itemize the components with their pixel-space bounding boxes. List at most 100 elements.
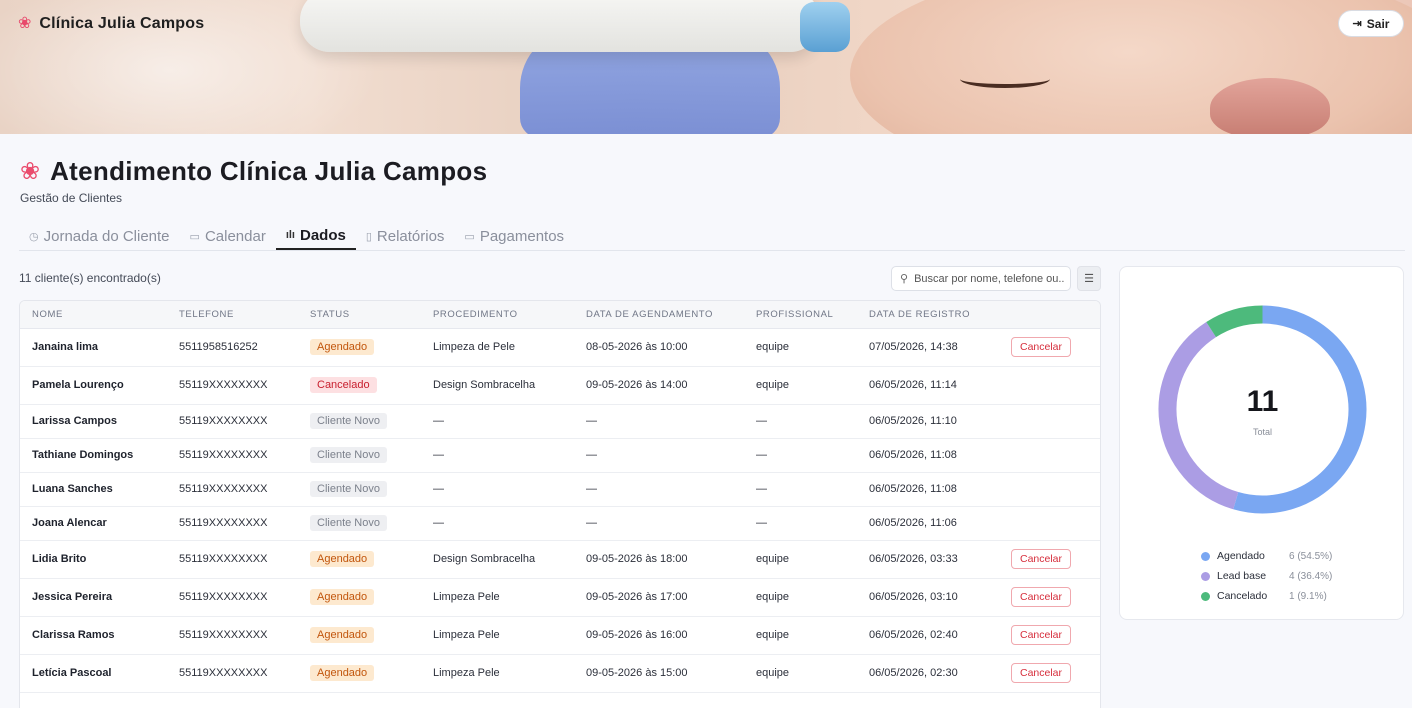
search-box[interactable]: ⚲ [891,266,1071,291]
cell-data-agendamento: 09-05-2026 às 16:00 [574,616,744,655]
cancel-button[interactable]: Cancelar [1011,549,1072,569]
tab-relatorios[interactable]: ▯ Relatórios [356,222,455,250]
status-badge: Cliente Novo [310,515,387,531]
cell-data-registro: 06/05/2026, 11:08 [857,438,999,473]
brand: ❀ Clínica Julia Campos [18,14,204,34]
status-badge: Agendado [310,589,375,605]
cancel-button[interactable]: Cancelar [1011,625,1072,645]
client-count: 11 cliente(s) encontrado(s) [19,271,161,285]
cell-status: Agendado [298,616,421,655]
cell-data-registro: 06/05/2026, 03:10 [857,578,999,617]
tab-label: Relatórios [376,227,445,245]
cell-profissional: — [744,472,857,507]
cell-actions [999,366,1100,405]
cell-nome: Pamela Lourenço [20,366,167,405]
table-row[interactable]: Lidia Brito 55119XXXXXXXX Agendado Design S… [20,540,1100,579]
logout-button[interactable]: ⇥ Sair [1338,10,1404,37]
cell-telefone: 55119XXXXXXXX [167,540,298,579]
cell-telefone: 55119XXXXXXXX [167,472,298,507]
cell-procedimento: Design Sombracelha [421,366,574,405]
cell-actions [999,506,1100,541]
legend-color-dot [1201,591,1210,601]
legend-color-dot [1201,551,1210,561]
cell-nome: Letícia Pascoal [20,654,167,693]
filter-button[interactable]: ☰ [1077,266,1101,291]
tab-label: Calendar [204,227,266,245]
cell-data-agendamento: 08-05-2026 às 10:00 [574,328,744,367]
cell-profissional: — [744,438,857,473]
tab-bar: ◷ Jornada do Cliente ▭ Calendar ılı Dado… [19,222,1405,251]
document-icon: ▯ [365,230,372,243]
calendar-icon: ▭ [189,230,200,243]
cell-actions: Cancelar [999,540,1100,579]
flower-icon: ❀ [20,158,41,185]
cancel-button[interactable]: Cancelar [1011,663,1072,683]
cell-nome: Janaina lima [20,328,167,367]
cell-status: Agendado [298,578,421,617]
tab-label: Pagamentos [479,227,565,245]
hero-device-tip-image [800,2,850,52]
cell-actions [999,404,1100,439]
cell-profissional: equipe [744,328,857,367]
table-row[interactable]: Jessica Pereira 55119XXXXXXXX Agendado Limp… [20,578,1100,617]
status-badge: Cliente Novo [310,481,387,497]
search-icon: ⚲ [900,273,909,285]
cell-profissional: equipe [744,616,857,655]
legend-value: 6 (54.5%) [1289,550,1333,562]
status-badge: Agendado [310,627,375,643]
cell-data-agendamento: 09-05-2026 às 18:00 [574,540,744,579]
cell-nome: Joana Alencar [20,506,167,541]
tab-pagamentos[interactable]: ▭ Pagamentos [454,222,574,250]
table-row[interactable]: Clarissa Ramos 55119XXXXXXXX Agendado Limpe… [20,616,1100,655]
cell-procedimento: Limpeza Pele [421,654,574,693]
donut-total-label: Total [1252,427,1272,437]
cell-data-agendamento: 09-05-2026 às 17:00 [574,578,744,617]
tab-label: Dados [299,226,346,244]
tab-calendar[interactable]: ▭ Calendar [180,222,276,250]
cell-procedimento: Limpeza Pele [421,578,574,617]
table-row[interactable]: Joana Alencar 55119XXXXXXXX Cliente Novo — —… [20,506,1100,541]
cell-data-agendamento: 09-05-2026 às 15:00 [574,654,744,693]
table-row[interactable]: Letícia Pascoal 55119XXXXXXXX Agendado Limp… [20,654,1100,693]
legend-item: Lead base 4 (36.4%) [1201,566,1332,586]
cell-profissional: — [744,404,857,439]
cell-data-registro: 06/05/2026, 11:10 [857,404,999,439]
cell-data-registro: 06/05/2026, 11:08 [857,472,999,507]
legend-value: 1 (9.1%) [1289,590,1327,602]
clock-icon: ◷ [29,230,39,243]
table-body: Janaina lima 5511958516252 Agendado Limpeza… [20,328,1100,693]
cell-procedimento: — [421,506,574,541]
search-input[interactable] [914,272,1065,285]
table-row[interactable]: Tathiane Domingos 55119XXXXXXXX Cliente No… [20,438,1100,473]
cell-status: Cliente Novo [298,472,421,507]
cell-telefone: 5511958516252 [167,328,298,367]
table-row[interactable]: Luana Sanches 55119XXXXXXXX Cliente Novo — —… [20,472,1100,507]
legend-item: Cancelado 1 (9.1%) [1201,586,1332,606]
table-row[interactable]: Larissa Campos 55119XXXXXXXX Cliente Novo —… [20,404,1100,439]
hero-banner: ❀ Clínica Julia Campos ⇥ Sair [0,0,1412,134]
cell-data-agendamento: 09-05-2026 às 14:00 [574,366,744,405]
cell-nome: Jessica Pereira [20,578,167,617]
tab-dados[interactable]: ılı Dados [275,222,356,250]
cell-nome: Luana Sanches [20,472,167,507]
brand-name: Clínica Julia Campos [39,15,205,32]
column-header-telefone: TELEFONE [167,301,298,329]
cell-actions: Cancelar [999,328,1100,367]
hero-eye-image [960,70,1050,88]
status-badge: Agendado [310,551,375,567]
legend-color-dot [1201,571,1210,581]
status-badge: Cliente Novo [310,413,387,429]
cancel-button[interactable]: Cancelar [1011,587,1072,607]
tab-jornada-do-cliente[interactable]: ◷ Jornada do Cliente [19,222,180,250]
cell-telefone: 55119XXXXXXXX [167,578,298,617]
cell-data-agendamento: — [574,472,744,507]
legend-label: Cancelado [1217,590,1268,602]
cell-procedimento: Limpeza de Pele [421,328,574,367]
table-row[interactable]: Pamela Lourenço 55119XXXXXXXX Cancelado Des… [20,366,1100,405]
cancel-button[interactable]: Cancelar [1011,337,1072,357]
table-row[interactable]: Janaina lima 5511958516252 Agendado Limpeza… [20,328,1100,367]
cell-status: Cancelado [298,366,421,405]
status-badge: Cliente Novo [310,447,387,463]
cell-nome: Clarissa Ramos [20,616,167,655]
column-header-data-registro: DATA DE REGISTRO [857,301,999,329]
